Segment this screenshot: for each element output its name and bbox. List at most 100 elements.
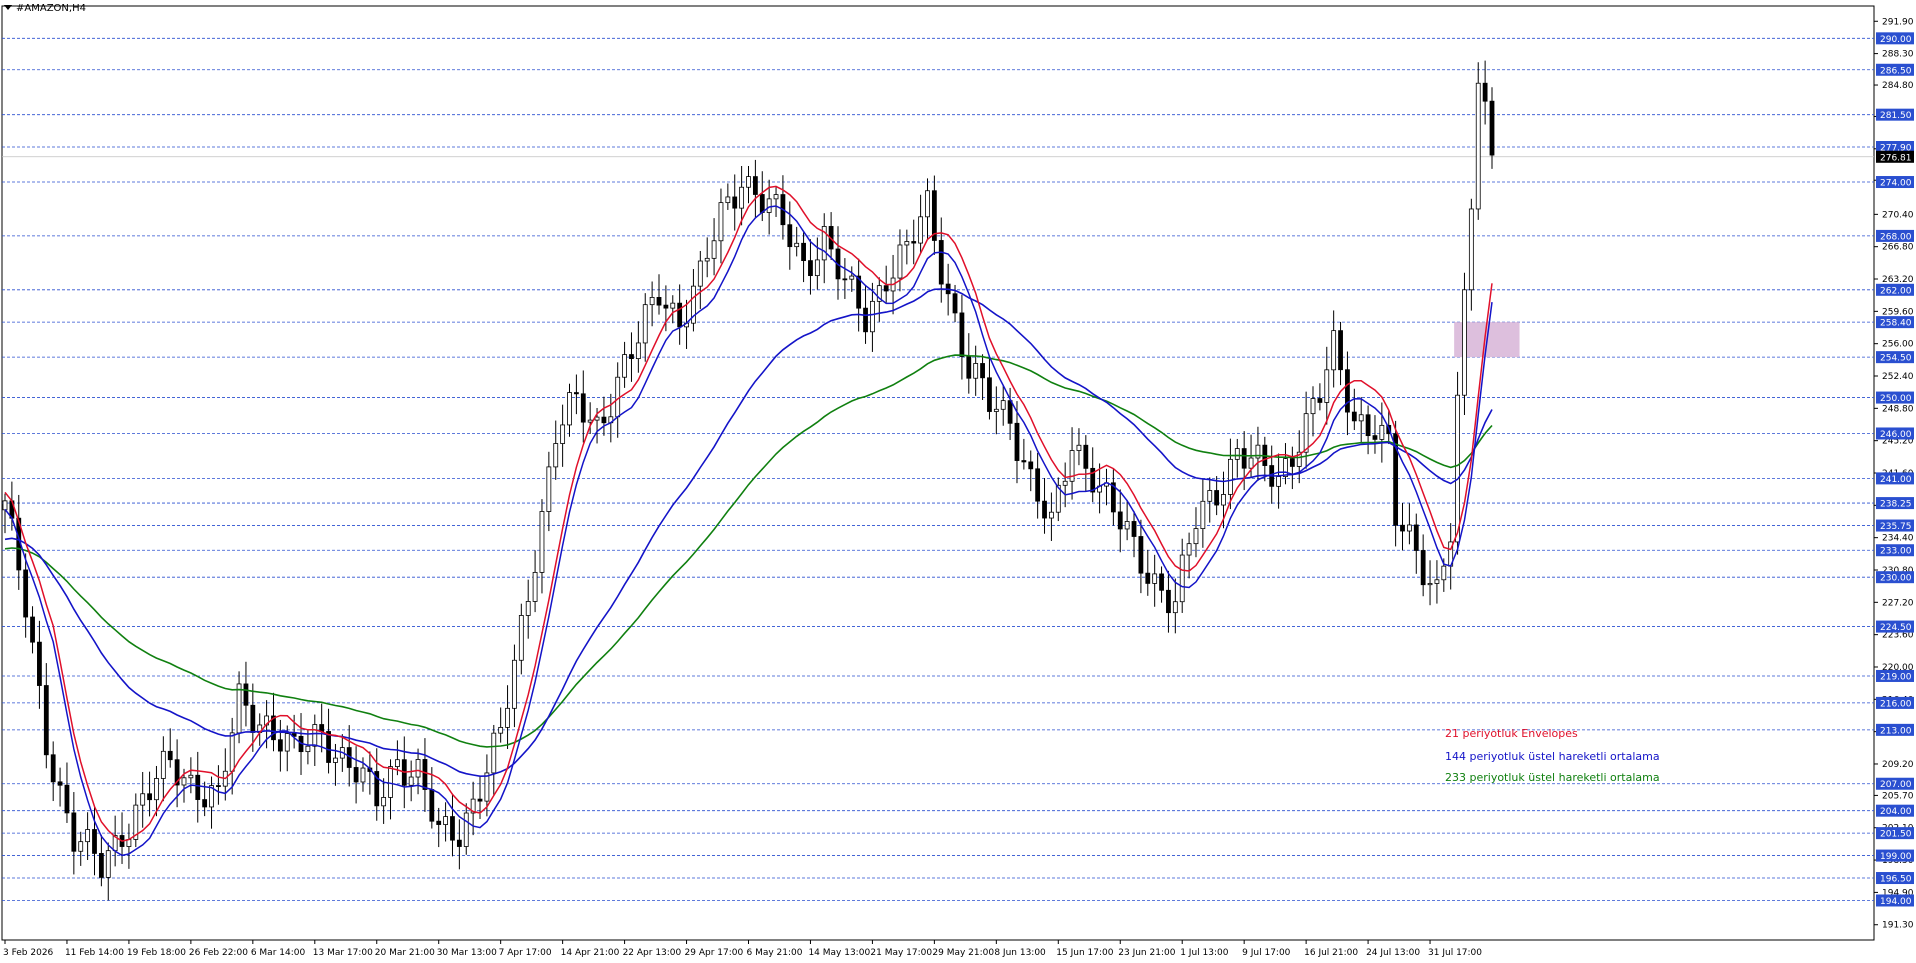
candle-body-27 [188, 774, 194, 779]
candle-body-190 [1310, 398, 1316, 415]
candle-body-163 [1124, 521, 1130, 530]
candle-body-13 [92, 829, 97, 854]
candle-body-193 [1331, 330, 1337, 371]
legend-ema-144: 144 periyotluk üstel hareketli ortalama [1445, 750, 1660, 763]
candle-body-104 [718, 202, 724, 242]
candle-body-176 [1214, 490, 1220, 506]
level-tag-label-12: 238.25 [1880, 500, 1912, 510]
candle-body-194 [1338, 330, 1343, 371]
candle-body-61 [422, 759, 428, 790]
x-tick-label-16: 8 Jun 13:00 [994, 948, 1046, 958]
y-tick-label-7: 266.80 [1882, 243, 1914, 253]
candle-body-178 [1227, 458, 1233, 495]
candle-body-56 [388, 766, 393, 798]
candle-body-110 [759, 194, 765, 213]
candle-body-52 [360, 767, 366, 783]
x-tick-label-22: 24 Jul 13:00 [1366, 948, 1420, 958]
candle-body-62 [429, 789, 435, 822]
level-tag-label-0: 290.00 [1880, 35, 1912, 45]
x-tick-label-11: 29 Apr 17:00 [685, 948, 744, 958]
candle-body-168 [1159, 573, 1164, 591]
candle-body-40 [277, 739, 283, 752]
x-tick-label-3: 26 Feb 22:00 [189, 948, 248, 958]
level-tag-label-16: 224.50 [1880, 623, 1912, 633]
level-tag-label-19: 213.00 [1880, 726, 1912, 736]
candle-body-59 [408, 776, 414, 786]
candle-body-169 [1166, 589, 1171, 614]
candle-body-209 [1441, 565, 1447, 581]
candle-body-154 [1062, 480, 1068, 486]
level-tag-label-6: 262.00 [1880, 286, 1912, 296]
chart-menu-triangle-icon[interactable] [4, 5, 12, 10]
candle-body-177 [1221, 494, 1226, 506]
candle-body-76 [525, 601, 531, 616]
candle-body-95 [656, 297, 662, 306]
level-tag-label-10: 246.00 [1880, 430, 1912, 440]
candle-body-71 [491, 732, 497, 774]
candle-body-118 [814, 259, 820, 277]
level-tag-label-20: 207.00 [1880, 780, 1912, 790]
candle-body-200 [1379, 424, 1385, 440]
candle-body-133 [918, 216, 924, 244]
candle-body-45 [312, 724, 318, 747]
candle-body-140 [966, 356, 972, 379]
candle-body-89 [615, 376, 621, 418]
candle-body-211 [1455, 394, 1460, 543]
candle-body-138 [952, 293, 958, 314]
candle-body-132 [911, 241, 917, 244]
candle-body-197 [1358, 414, 1364, 422]
candle-body-107 [739, 186, 745, 209]
candle-body-12 [85, 829, 91, 843]
candle-body-171 [1179, 554, 1185, 603]
candle-body-60 [415, 759, 421, 778]
x-tick-label-18: 23 Jun 21:00 [1118, 948, 1175, 958]
candle-body-167 [1152, 573, 1158, 584]
x-tick-label-5: 13 Mar 17:00 [313, 948, 373, 958]
candle-body-173 [1193, 528, 1199, 545]
x-tick-label-19: 1 Jul 13:00 [1180, 948, 1229, 958]
candle-body-3 [23, 569, 29, 618]
candle-body-157 [1083, 444, 1089, 469]
candle-body-23 [160, 750, 166, 779]
y-tick-label-10: 256.00 [1882, 340, 1914, 350]
level-tag-label-5: 268.00 [1880, 232, 1912, 242]
x-tick-label-15: 29 May 21:00 [932, 948, 994, 958]
candle-body-164 [1131, 521, 1137, 537]
x-tick-label-8: 7 Apr 17:00 [499, 948, 552, 958]
candle-body-103 [711, 240, 717, 259]
candle-body-125 [863, 307, 868, 333]
candle-body-31 [216, 785, 221, 787]
candle-body-15 [105, 850, 111, 878]
candle-body-75 [518, 615, 524, 661]
candle-body-174 [1200, 500, 1206, 530]
candle-body-66 [456, 839, 462, 847]
x-tick-label-9: 14 Apr 21:00 [561, 948, 620, 958]
x-tick-label-1: 11 Feb 14:00 [65, 948, 124, 958]
candle-body-24 [167, 750, 173, 761]
candle-body-134 [925, 190, 930, 218]
level-tag-label-7: 258.40 [1880, 319, 1912, 329]
candle-body-162 [1117, 511, 1123, 530]
candle-body-34 [236, 683, 242, 734]
chart-title[interactable]: #AMAZON,H4 [4, 3, 86, 14]
candle-body-94 [649, 297, 655, 306]
candle-body-139 [959, 312, 965, 357]
candle-body-144 [993, 408, 999, 412]
candle-body-9 [64, 784, 70, 814]
x-tick-label-0: 3 Feb 2026 [3, 948, 54, 958]
candle-body-198 [1365, 414, 1371, 437]
level-tag-label-23: 199.00 [1880, 852, 1912, 862]
x-tick-label-2: 19 Feb 18:00 [127, 948, 186, 958]
candle-body-87 [601, 416, 607, 424]
y-tick-label-6: 270.40 [1882, 210, 1914, 220]
candle-body-126 [870, 300, 875, 333]
candle-body-7 [50, 754, 56, 783]
candle-body-102 [704, 257, 710, 262]
candle-body-117 [808, 260, 813, 277]
level-tag-label-18: 216.00 [1880, 699, 1912, 709]
y-tick-label-11: 252.40 [1882, 372, 1914, 382]
y-tick-label-1: 288.30 [1882, 50, 1914, 60]
candle-body-195 [1345, 369, 1350, 413]
legend-envelopes: 21 periyotluk Envelopes [1445, 727, 1578, 740]
y-tick-label-2: 284.80 [1882, 81, 1914, 91]
